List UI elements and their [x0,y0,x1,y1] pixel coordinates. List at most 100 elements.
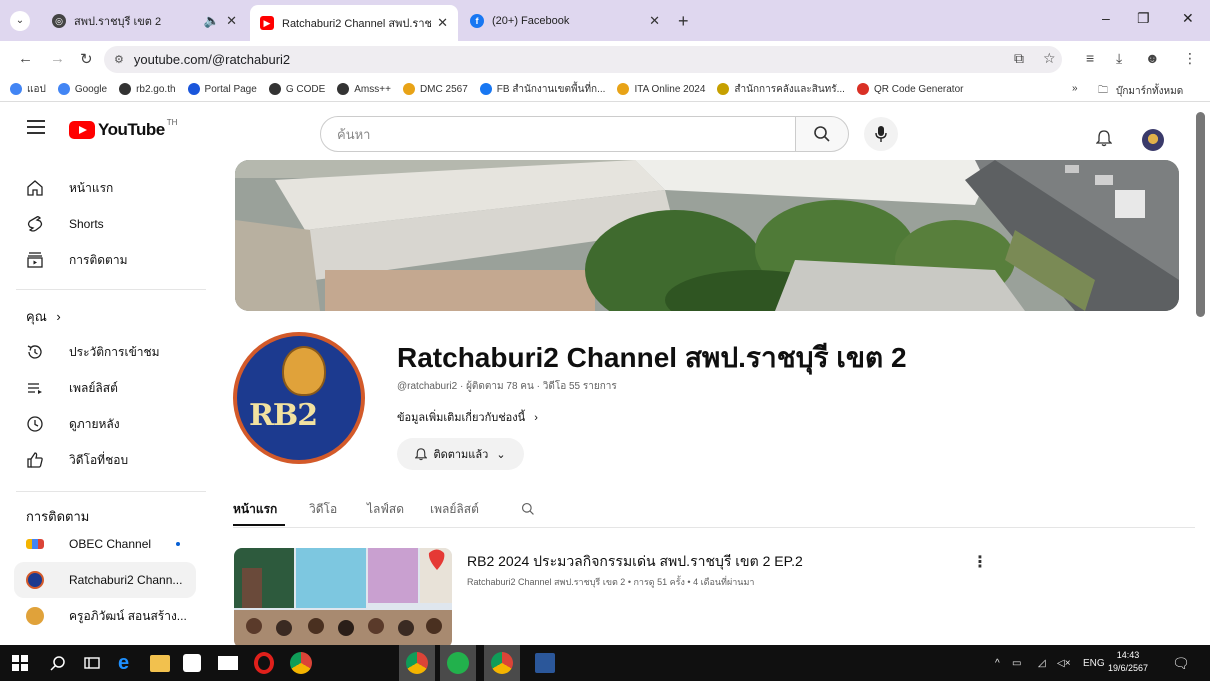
bookmark-item[interactable]: Google [57,83,107,95]
close-tab-icon[interactable]: ✕ [226,13,237,29]
video-more-options-icon[interactable]: ⋮ [972,552,988,572]
windows-start-icon[interactable] [12,655,28,671]
search-button[interactable] [795,116,849,152]
voice-search-button[interactable] [864,117,898,151]
minimize-button[interactable]: – [1102,10,1110,26]
new-tab-button[interactable]: + [678,11,689,32]
featured-video-title[interactable]: RB2 2024 ประมวลกิจกรรมเด่น สพป.ราชบุรี เ… [467,551,803,573]
bookmarks-more-icon[interactable]: » [1072,83,1078,94]
all-bookmarks-link[interactable]: บุ๊กมาร์กทั้งหมด [1116,84,1183,99]
chrome-icon[interactable] [290,652,312,674]
bookmark-item[interactable]: G CODE [268,83,325,95]
sidebar-sub-ratchaburi2[interactable]: Ratchaburi2 Chann... [14,562,196,598]
bookmark-item[interactable]: สำนักการคลังและสินทรั... [717,82,845,97]
sidebar-item-label: ดูภายหลัง [69,416,120,431]
bookmark-star-icon[interactable]: ☆ [1043,50,1056,67]
sidebar-divider [16,289,206,290]
sidebar-item-subscriptions[interactable]: การติดตาม [0,242,210,278]
browser-tab-youtube[interactable]: ▶ Ratchaburi2 Channel สพป.ราชบุรี ✕ [250,5,458,41]
back-arrow-icon[interactable]: ← [18,50,33,67]
bookmark-item[interactable]: Amss++ [337,83,391,95]
mail-icon[interactable] [218,656,238,670]
system-clock[interactable]: 14:43 19/6/2567 [1108,649,1148,675]
notification-center-icon[interactable]: 🗨 [1172,655,1190,672]
search-input[interactable]: ค้นหา [320,116,796,152]
sidebar-item-history[interactable]: ประวัติการเข้าชม [0,334,210,370]
notifications-bell-icon[interactable] [1096,129,1112,147]
featured-video-thumbnail[interactable] [234,548,452,645]
chrome-profile-icon[interactable] [406,652,428,674]
sidebar-item-home[interactable]: หน้าแรก [0,170,210,206]
channel-more-info-link[interactable]: ข้อมูลเพิ่มเติมเกี่ยวกับช่องนี้ › [397,408,538,426]
channel-tabs: หน้าแรก วิดีโอ ไลฟ์สด เพลย์ลิสต์ [233,496,1195,528]
sidebar-sub-obec[interactable]: OBEC Channel [0,526,210,562]
reload-icon[interactable]: ↻ [80,50,93,68]
forward-arrow-icon[interactable]: → [50,50,65,67]
address-bar[interactable]: ⚙ youtube.com/@ratchaburi2 [104,46,1062,73]
bookmark-item[interactable]: ITA Online 2024 [617,83,705,95]
sidebar-you-header[interactable]: คุณ › [26,306,61,327]
account-avatar[interactable] [1142,129,1164,151]
youtube-logo[interactable]: YouTube TH [69,118,177,140]
browser-tab-rb2[interactable]: ◎ สพป.ราชบุรี เขต 2 🔈 ✕ [42,6,247,35]
volume-icon[interactable]: ◁× [1057,658,1071,669]
site-info-icon[interactable]: ⚙ [114,53,124,66]
sidebar-item-shorts[interactable]: Shorts [0,206,210,242]
input-language[interactable]: ENG [1083,658,1105,669]
wifi-icon[interactable]: ◿ [1038,658,1046,669]
tab-home[interactable]: หน้าแรก [233,500,277,519]
tab-playlists[interactable]: เพลย์ลิสต์ [430,500,479,519]
watch-later-icon [27,416,43,432]
network-icon[interactable]: ▭ [1012,658,1021,669]
sidebar-item-label: Ratchaburi2 Chann... [69,573,183,587]
download-icon[interactable]: ⤓ [1116,50,1122,67]
tab-videos[interactable]: วิดีโอ [309,500,337,519]
word-icon[interactable] [535,653,555,673]
file-explorer-icon[interactable] [150,655,170,672]
chrome-window-icon[interactable] [491,652,513,674]
reading-list-icon[interactable]: ≡ [1086,50,1094,66]
channel-avatar-large[interactable]: RB2 [233,332,365,464]
bookmark-item[interactable]: FB สำนักงานเขตพื้นที่ก... [479,82,605,97]
close-tab-icon[interactable]: ✕ [649,13,660,29]
close-tab-icon[interactable]: ✕ [437,15,448,31]
qr-icon [856,83,869,95]
tab-search-button[interactable]: ⌄ [10,11,30,31]
channel-search-icon[interactable] [521,502,535,516]
bookmark-label: QR Code Generator [873,83,964,95]
menu-hamburger-icon[interactable] [27,120,45,134]
address-text: youtube.com/@ratchaburi2 [133,52,291,67]
bookmark-item[interactable]: Portal Page [187,83,257,95]
task-view-icon[interactable] [84,655,100,671]
restore-button[interactable]: ❐ [1137,10,1150,27]
edge-browser-icon[interactable]: e [118,652,140,674]
youtube-play-icon [69,121,95,139]
sidebar-sub-kru[interactable]: ครูอภิวัฒน์ สอนสร้าง... [0,598,210,634]
browser-toolbar: ← → ↻ ⚙ youtube.com/@ratchaburi2 ⧉ ☆ ≡ ⤓… [0,41,1210,77]
speaker-icon[interactable]: 🔈 [204,13,220,29]
sidebar-item-watch-later[interactable]: ดูภายหลัง [0,406,210,442]
browser-tab-facebook[interactable]: f (20+) Facebook ✕ [460,6,670,35]
bookmark-item[interactable]: rb2.go.th [119,83,176,95]
tray-overflow-icon[interactable]: ^ [995,658,1000,669]
bookmark-label: DMC 2567 [419,83,468,95]
seal-icon [717,83,730,95]
bookmark-label: ITA Online 2024 [634,83,706,95]
taskbar-search-icon[interactable] [50,655,66,671]
opera-icon[interactable] [254,652,274,674]
sidebar-item-playlists[interactable]: เพลย์ลิสต์ [0,370,210,406]
bookmark-item[interactable]: QR Code Generator [856,83,964,95]
browser-menu-icon[interactable]: ⋮ [1183,50,1197,67]
store-icon[interactable] [183,654,201,672]
profile-icon[interactable]: ☻ [1145,50,1160,66]
subscribed-button[interactable]: ติดตามแล้ว ⌄ [397,438,524,470]
line-chat-icon[interactable] [447,652,469,674]
cast-icon[interactable]: ⧉ [1014,50,1024,67]
folder-icon[interactable]: 🗀 [1098,83,1108,100]
tab-live[interactable]: ไลฟ์สด [367,500,404,519]
bookmark-item[interactable]: DMC 2567 [402,83,468,95]
close-window-button[interactable]: ✕ [1182,10,1194,27]
page-scrollbar[interactable] [1196,112,1205,317]
sidebar-item-liked-videos[interactable]: วิดีโอที่ชอบ [0,442,210,478]
bookmark-item[interactable]: แอป [10,82,46,97]
